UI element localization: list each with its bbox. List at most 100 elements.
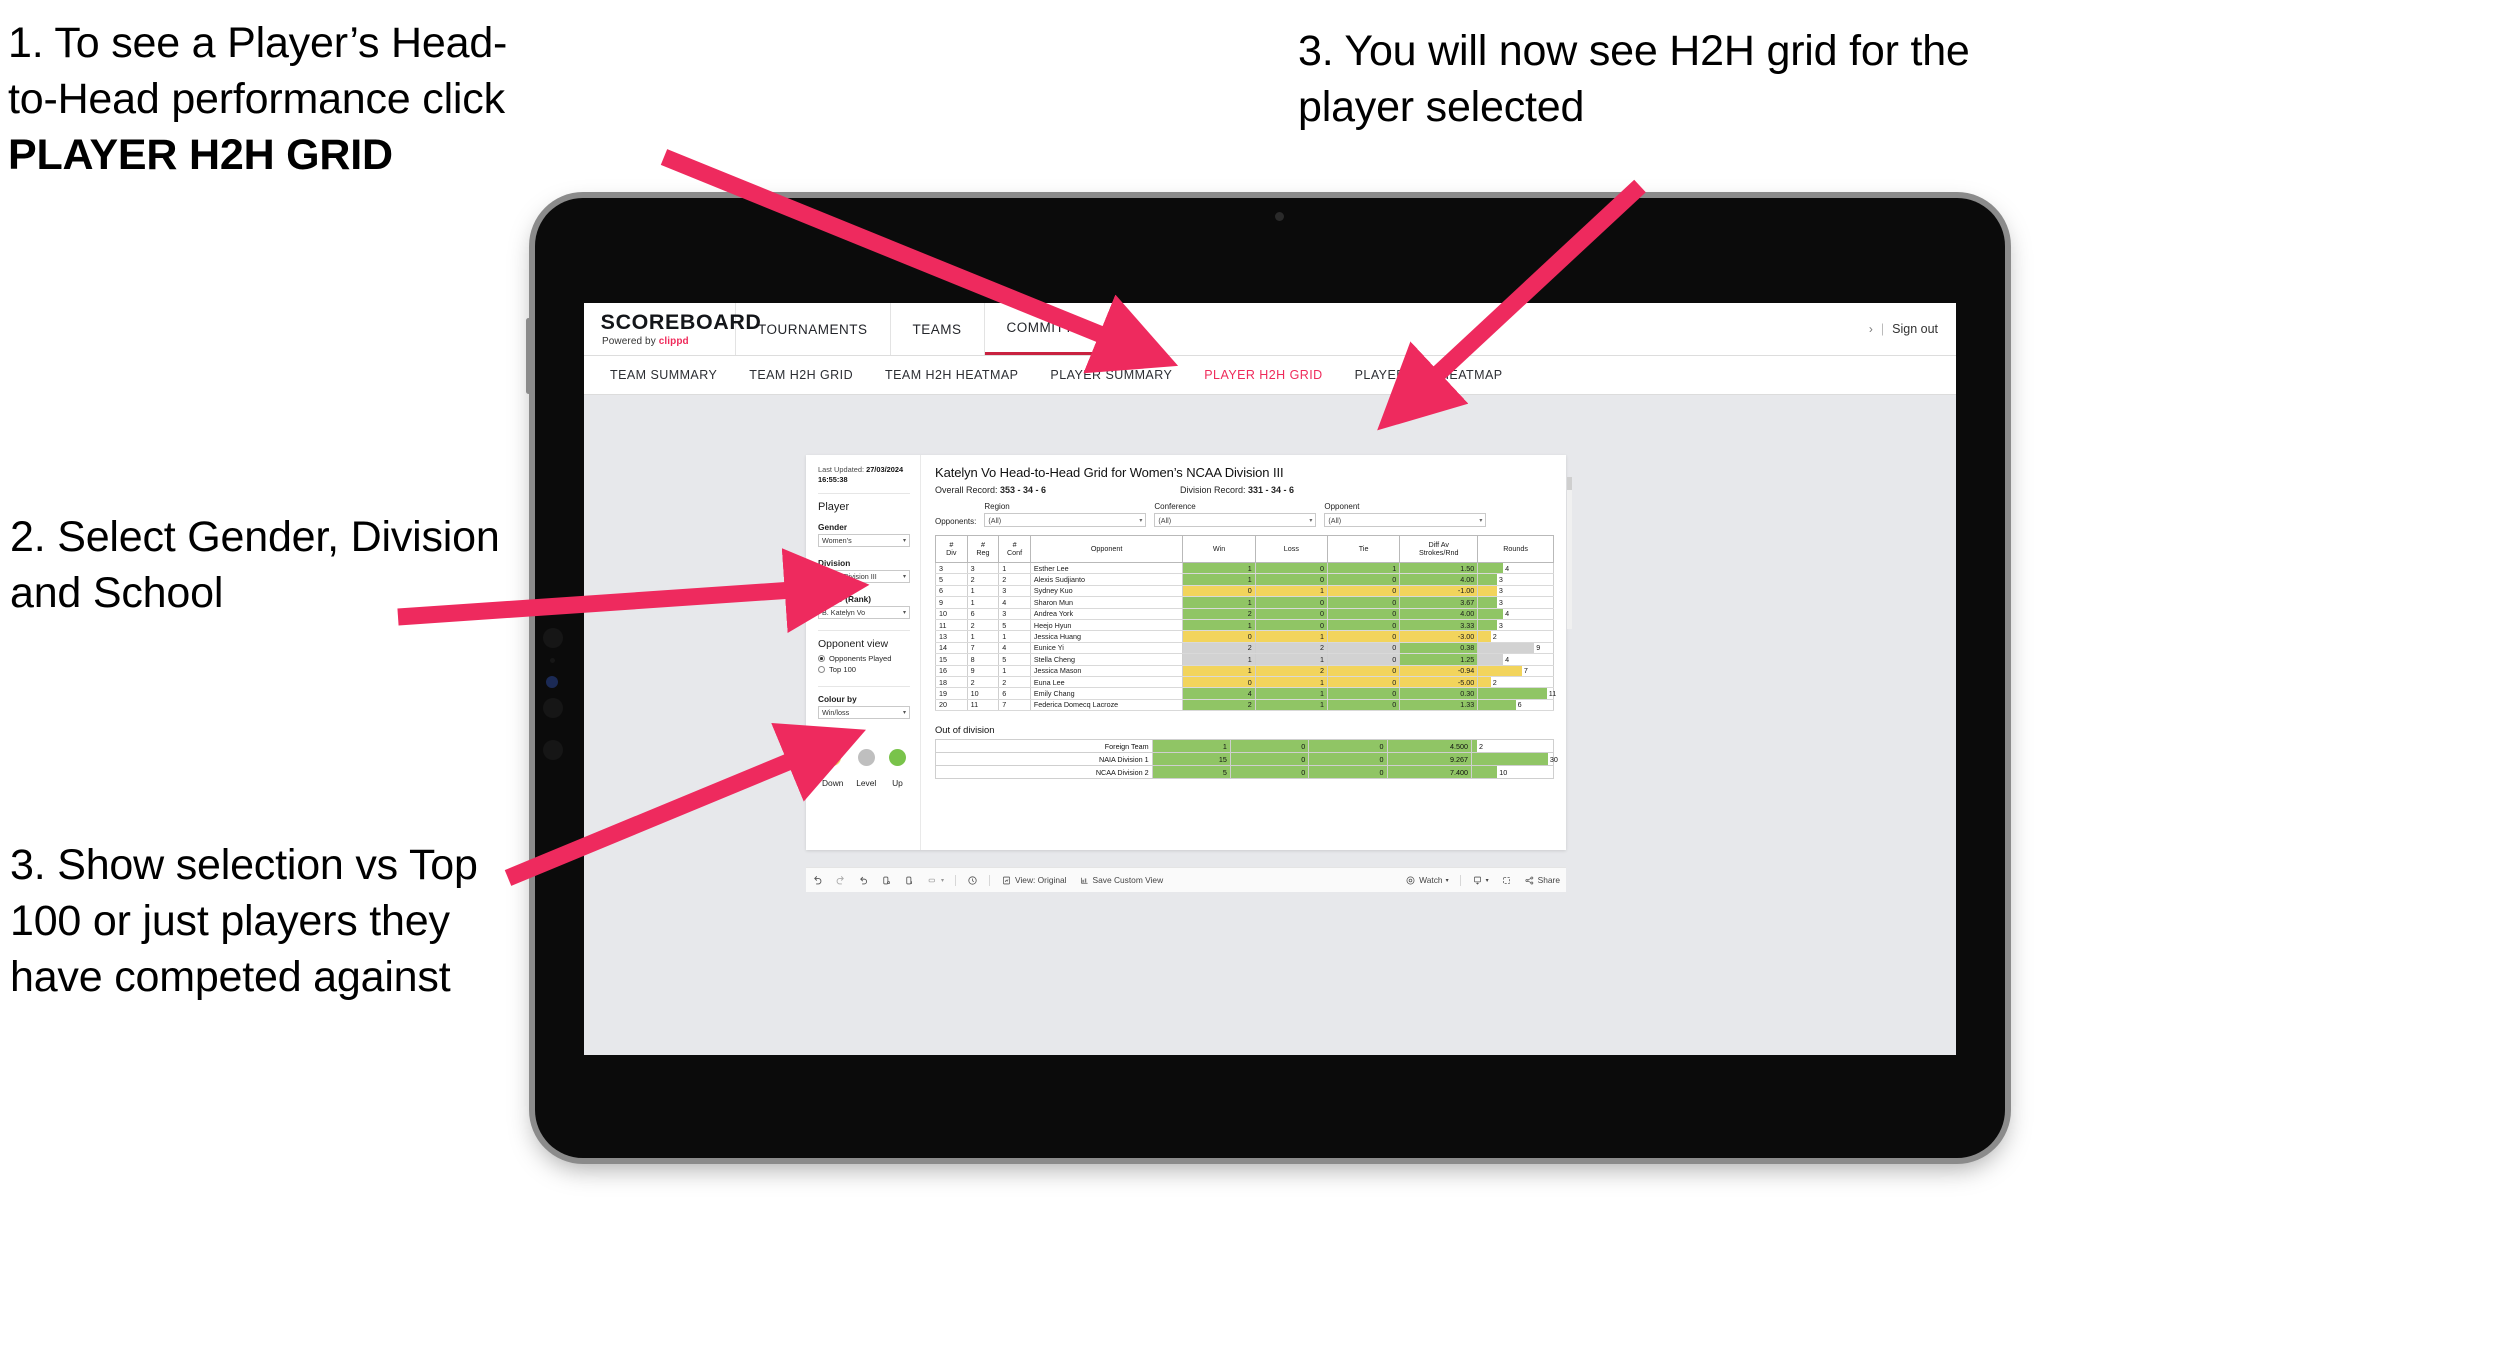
nav-item-teams[interactable]: TEAMS bbox=[891, 303, 985, 355]
chevron-right-icon[interactable]: › bbox=[1869, 322, 1873, 336]
col-header-diff-av-strokes-rnd[interactable]: Diff Av Strokes/Rnd bbox=[1399, 535, 1479, 563]
col-header-loss[interactable]: Loss bbox=[1254, 535, 1328, 563]
redo-button[interactable] bbox=[829, 875, 852, 886]
table-row[interactable]: 5 2 2 Alexis Sudjianto 1 0 0 4.00 3 bbox=[935, 573, 1554, 586]
tablet-device: SCOREBOARD Powered by clippd TOURNAMENTS… bbox=[526, 198, 2005, 1158]
chevron-down-icon: ▾ bbox=[1479, 517, 1483, 524]
out-of-division-row[interactable]: NAIA Division 1 15 0 0 9.267 30 bbox=[935, 752, 1558, 767]
cell-win: 1 bbox=[1151, 739, 1231, 754]
table-row[interactable]: 13 1 1 Jessica Huang 0 1 0 -3.00 2 bbox=[935, 630, 1554, 643]
chevron-down-icon: ▾ bbox=[902, 709, 906, 716]
table-row[interactable]: 11 2 5 Heejo Hyun 1 0 0 3.33 3 bbox=[935, 619, 1554, 632]
brand-logo[interactable]: SCOREBOARD Powered by clippd bbox=[584, 303, 761, 355]
share-button[interactable]: Share bbox=[1518, 875, 1566, 886]
cell-rounds: 3 bbox=[1477, 585, 1554, 598]
tab-team-summary[interactable]: TEAM SUMMARY bbox=[594, 368, 733, 382]
table-row[interactable]: 16 9 1 Jessica Mason 1 2 0 -0.94 7 bbox=[935, 665, 1554, 677]
toolbar-divider-1 bbox=[955, 874, 957, 886]
cell-diff: 1.50 bbox=[1399, 562, 1479, 575]
highlight-button[interactable]: ▾ bbox=[921, 875, 950, 886]
table-row[interactable]: 9 1 4 Sharon Mun 1 0 0 3.67 3 bbox=[935, 596, 1554, 609]
sign-out-link[interactable]: Sign out bbox=[1892, 322, 1938, 336]
tab-team-h2h-heatmap[interactable]: TEAM H2H HEATMAP bbox=[869, 368, 1034, 382]
col-header-rounds[interactable]: Rounds bbox=[1477, 535, 1554, 563]
table-row[interactable]: 20 11 7 Federica Domecq Lacroze 2 1 0 1.33 6 bbox=[935, 699, 1554, 712]
volume-button[interactable] bbox=[526, 318, 531, 394]
save-custom-view-button[interactable]: Save Custom View bbox=[1073, 875, 1170, 886]
cell-diff: -0.94 bbox=[1399, 665, 1479, 677]
refresh-button[interactable] bbox=[875, 875, 898, 886]
cell-loss: 0 bbox=[1229, 752, 1310, 767]
grid-scrollbar-track[interactable] bbox=[1567, 477, 1572, 629]
colour-by-select[interactable]: Win/loss ▾ bbox=[818, 705, 910, 719]
opponent-select[interactable]: (All) ▾ bbox=[1324, 513, 1487, 527]
tab-player-h2h-grid[interactable]: PLAYER H2H GRID bbox=[1188, 368, 1338, 382]
legend-dot-up-icon bbox=[888, 748, 906, 766]
conference-filter: Conference (All) ▾ bbox=[1154, 502, 1317, 527]
conference-label: Conference bbox=[1154, 502, 1196, 511]
cell-div: 13 bbox=[935, 630, 968, 643]
conference-select[interactable]: (All) ▾ bbox=[1154, 513, 1317, 527]
table-row[interactable]: 19 10 6 Emily Chang 4 1 0 0.30 11 bbox=[935, 687, 1556, 700]
cell-diff: 4.00 bbox=[1399, 573, 1479, 586]
division-value: NCAA Division III bbox=[822, 571, 877, 581]
col-header-div[interactable]: # Div bbox=[935, 535, 968, 563]
player-rank-select[interactable]: B. Katelyn Vo ▾ bbox=[818, 605, 910, 619]
division-record: Division Record: 331 - 34 - 6 bbox=[1180, 485, 1425, 495]
region-select[interactable]: (All) ▾ bbox=[984, 513, 1147, 527]
cell-tie: 0 bbox=[1326, 699, 1401, 712]
gender-select[interactable]: Women’s ▾ bbox=[818, 533, 910, 547]
tab-player-h2h-heatmap[interactable]: PLAYER H2H HEATMAP bbox=[1339, 368, 1519, 382]
division-label: Division bbox=[818, 557, 851, 568]
h2h-grid-table[interactable]: # Div # Reg # Conf Opponent Win Loss Tie Diff Av St… bbox=[935, 535, 1556, 712]
radio-opponents-played[interactable]: Opponents Played bbox=[818, 654, 910, 663]
pause-auto-update-button[interactable] bbox=[961, 875, 984, 886]
view-original-button[interactable]: View: Original bbox=[995, 875, 1073, 886]
tab-player-summary[interactable]: PLAYER SUMMARY bbox=[1034, 368, 1188, 382]
table-row[interactable]: 15 8 5 Stella Cheng 1 1 0 1.25 4 bbox=[935, 653, 1554, 666]
undo-button[interactable] bbox=[806, 875, 829, 886]
colour-by-label: Colour by bbox=[818, 693, 857, 704]
cell-conf: 1 bbox=[998, 630, 1031, 643]
cell-reg: 11 bbox=[966, 699, 1000, 712]
out-of-division-row[interactable]: NCAA Division 2 5 0 0 7.400 10 bbox=[935, 765, 1555, 780]
tab-team-h2h-grid[interactable]: TEAM H2H GRID bbox=[733, 368, 869, 382]
region-filter: Region (All) ▾ bbox=[984, 502, 1147, 527]
cell-tie: 0 bbox=[1326, 642, 1401, 655]
download-button[interactable]: ▾ bbox=[1466, 875, 1495, 886]
nav-item-committee[interactable]: COMMITTEE bbox=[984, 303, 1116, 355]
watch-label: Watch bbox=[1419, 875, 1443, 885]
cell-loss: 0 bbox=[1254, 608, 1328, 620]
pause-button[interactable] bbox=[898, 875, 921, 886]
cell-conf: 2 bbox=[998, 676, 1031, 689]
revert-button[interactable] bbox=[852, 875, 875, 886]
cell-tie: 0 bbox=[1326, 619, 1401, 632]
radio-top-100[interactable]: Top 100 bbox=[818, 665, 910, 674]
last-updated-date: 27/03/2024 bbox=[866, 465, 904, 474]
grid-scrollbar-thumb[interactable] bbox=[1567, 477, 1572, 490]
col-header-conf[interactable]: # Conf bbox=[998, 535, 1031, 563]
col-header-win[interactable]: Win bbox=[1182, 535, 1256, 563]
cell-div: 5 bbox=[935, 573, 968, 586]
table-row[interactable]: 10 6 3 Andrea York 2 0 0 4.00 4 bbox=[935, 608, 1554, 620]
cell-diff: 0.30 bbox=[1399, 687, 1479, 700]
table-row[interactable]: 14 7 4 Eunice Yi 2 2 0 0.38 9 bbox=[935, 642, 1554, 655]
table-row[interactable]: 18 2 2 Euna Lee 0 1 0 -5.00 2 bbox=[935, 676, 1554, 689]
cell-tie: 0 bbox=[1326, 676, 1401, 689]
last-updated-time: 16:55:38 bbox=[818, 474, 848, 484]
col-header-tie[interactable]: Tie bbox=[1326, 535, 1401, 563]
table-row[interactable]: 6 1 3 Sydney Kuo 0 1 0 -1.00 3 bbox=[935, 585, 1554, 598]
fullscreen-button[interactable] bbox=[1495, 875, 1518, 886]
col-header-opponent[interactable]: Opponent bbox=[1029, 535, 1184, 563]
rounds-bar bbox=[1478, 608, 1504, 619]
out-of-division-row[interactable]: Foreign Team 1 0 0 4.500 2 bbox=[935, 739, 1555, 754]
cell-diff: 1.33 bbox=[1399, 699, 1479, 712]
rounds-value: 2 bbox=[1479, 741, 1484, 751]
col-header-reg[interactable]: # Reg bbox=[966, 535, 1000, 563]
watch-button[interactable]: Watch ▾ bbox=[1399, 875, 1454, 886]
rounds-bar bbox=[1478, 699, 1516, 711]
cell-diff: -3.00 bbox=[1399, 630, 1479, 643]
division-select[interactable]: NCAA Division III ▾ bbox=[818, 569, 910, 583]
camera-sensor-icon bbox=[550, 658, 555, 663]
table-row[interactable]: 3 3 1 Esther Lee 1 0 1 1.50 4 bbox=[935, 562, 1554, 575]
